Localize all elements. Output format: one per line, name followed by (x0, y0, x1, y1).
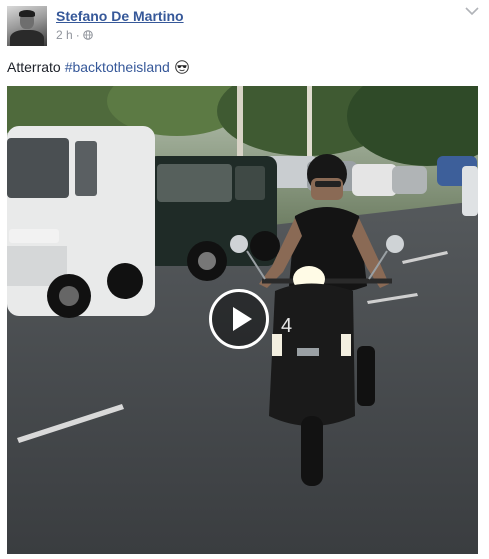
chevron-down-icon[interactable] (465, 6, 479, 16)
video-player[interactable]: 4 (7, 86, 478, 554)
sunglasses-emoji-icon (174, 60, 189, 74)
post-message: Atterrato #backtotheisland (7, 59, 189, 75)
play-button[interactable] (209, 289, 269, 349)
author-name-link[interactable]: Stefano De Martino (56, 8, 184, 24)
meta-separator: · (75, 28, 80, 42)
post-meta: 2 h · (56, 28, 93, 42)
post-timestamp[interactable]: 2 h (56, 28, 73, 42)
globe-icon (82, 30, 93, 40)
play-icon (233, 307, 252, 331)
facebook-post: Stefano De Martino 2 h · Atterrato #back… (0, 0, 489, 559)
post-text: Atterrato (7, 59, 61, 75)
hashtag-link[interactable]: #backtotheisland (65, 59, 170, 75)
scooter-plate: 4 (281, 315, 292, 337)
author-avatar[interactable] (7, 6, 47, 46)
